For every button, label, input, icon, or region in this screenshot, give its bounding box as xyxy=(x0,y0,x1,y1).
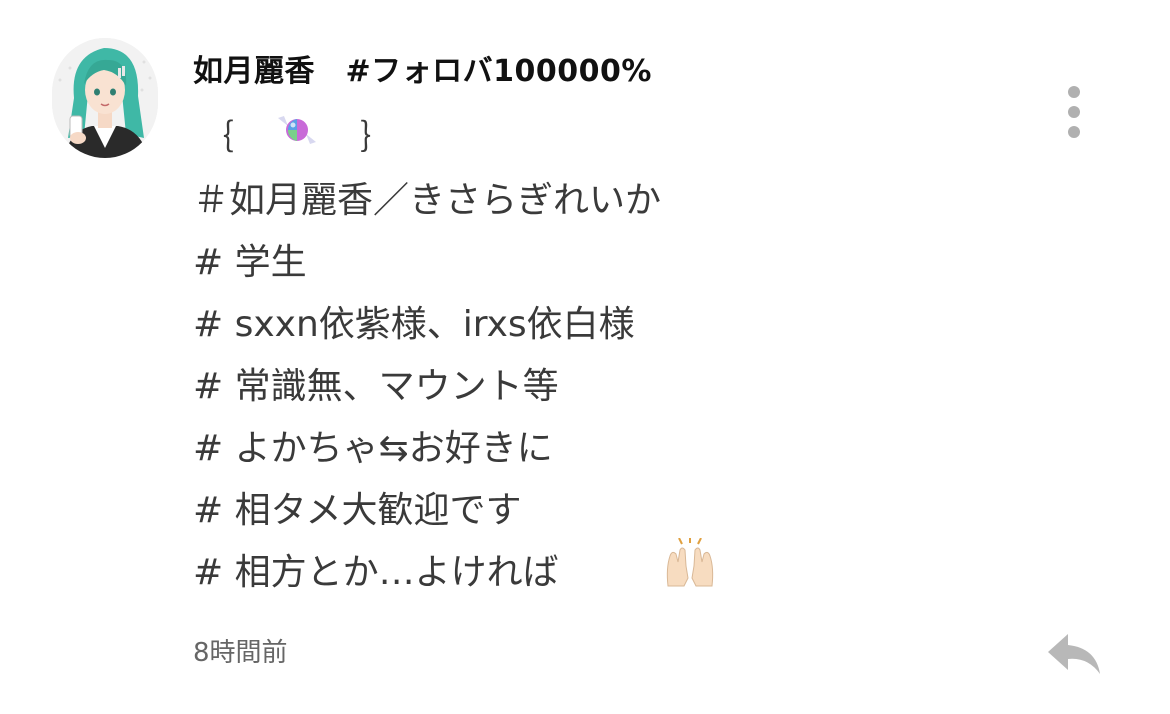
more-vertical-icon-dot xyxy=(1068,126,1080,138)
avatar-illustration-icon xyxy=(52,38,158,158)
bio-line: ＃如月麗香／きさらぎれいか xyxy=(193,180,662,221)
open-brace: ｛ xyxy=(200,117,234,158)
bio-decoration: ｛ ｝ xyxy=(200,110,394,159)
reply-button[interactable] xyxy=(1044,628,1104,680)
bio-line: # よかちゃ⇆お好きに xyxy=(193,428,553,469)
candy-icon xyxy=(274,110,320,159)
reply-icon xyxy=(1048,634,1100,674)
more-vertical-icon-dot xyxy=(1068,86,1080,98)
bio-line: # 常識無、マウント等 xyxy=(193,366,559,407)
more-options-button[interactable] xyxy=(1060,86,1088,138)
close-brace: ｝ xyxy=(360,117,394,158)
bio-list: ＃如月麗香／きさらぎれいか # 学生 # sxxn依紫様、irxs依白様 # 常… xyxy=(193,170,718,604)
raised-hands-icon xyxy=(571,476,719,670)
more-vertical-icon-dot xyxy=(1068,106,1080,118)
bio-line: # 相方とか…よければ xyxy=(193,537,718,604)
timestamp: 8時間前 xyxy=(193,638,288,668)
bio-line: # 学生 xyxy=(193,242,307,283)
bio-line: # sxxn依紫様、irxs依白様 xyxy=(193,304,635,345)
post-card: 如月麗香 #フォロバ100000% ｛ ｝ ＃如月麗香／きさらぎれいか # 学生… xyxy=(0,0,1170,714)
avatar[interactable] xyxy=(52,38,158,158)
username[interactable]: 如月麗香 #フォロバ100000% xyxy=(193,46,652,90)
